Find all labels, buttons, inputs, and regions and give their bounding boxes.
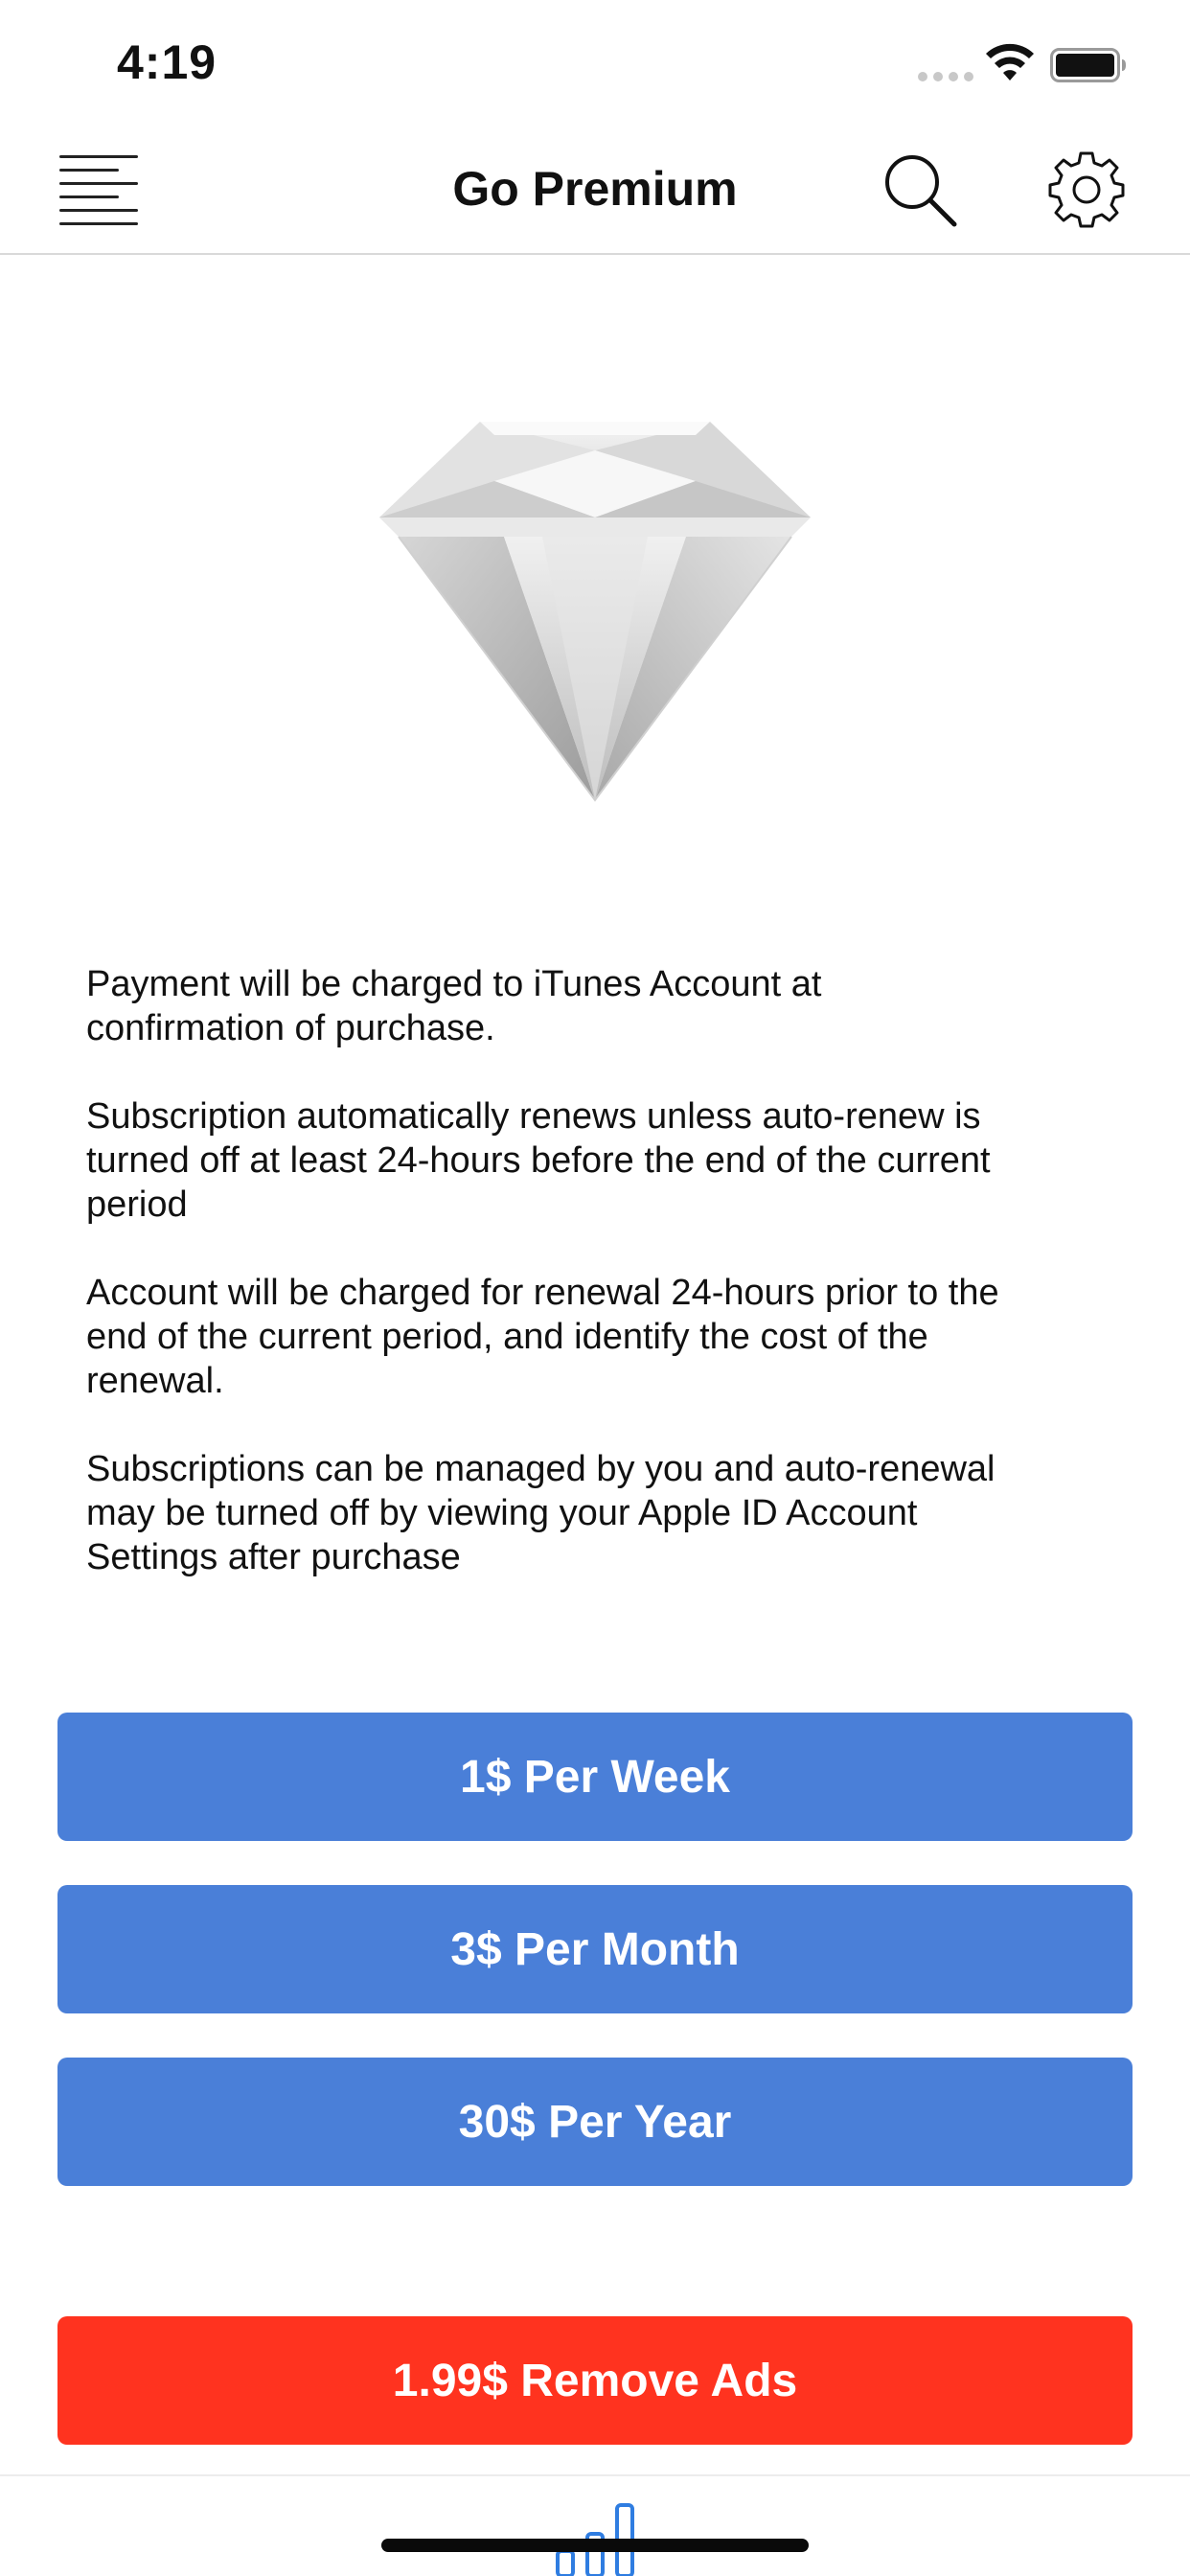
terms-paragraph-renewal: Subscription automatically renews unless… (86, 1096, 991, 1225)
wifi-icon (986, 43, 1034, 80)
terms-paragraph-manage: Subscriptions can be managed by you and … (86, 1449, 995, 1577)
battery-icon (1050, 48, 1126, 82)
search-icon[interactable] (881, 151, 958, 228)
tab-bar-divider (0, 2474, 1190, 2476)
yearly-plan-button[interactable]: 30$ Per Year (57, 2058, 1133, 2186)
terms-paragraph-charge: Account will be charged for renewal 24-h… (86, 1273, 999, 1401)
terms-paragraph-payment: Payment will be charged to iTunes Accoun… (86, 964, 822, 1048)
status-time: 4:19 (117, 35, 217, 89)
weekly-plan-button[interactable]: 1$ Per Week (57, 1713, 1133, 1841)
home-indicator (381, 2539, 809, 2552)
cellular-signal-icon (918, 72, 973, 81)
navigation-bar: Go Premium (0, 125, 1190, 255)
monthly-plan-button[interactable]: 3$ Per Month (57, 1885, 1133, 2013)
gear-icon[interactable] (1046, 150, 1127, 230)
subscription-terms: Payment will be charged to iTunes Accoun… (86, 962, 1121, 1623)
page-title: Go Premium (452, 162, 738, 216)
diamond-icon (379, 422, 811, 802)
status-bar: 4:19 (0, 0, 1190, 125)
remove-ads-button[interactable]: 1.99$ Remove Ads (57, 2316, 1133, 2445)
